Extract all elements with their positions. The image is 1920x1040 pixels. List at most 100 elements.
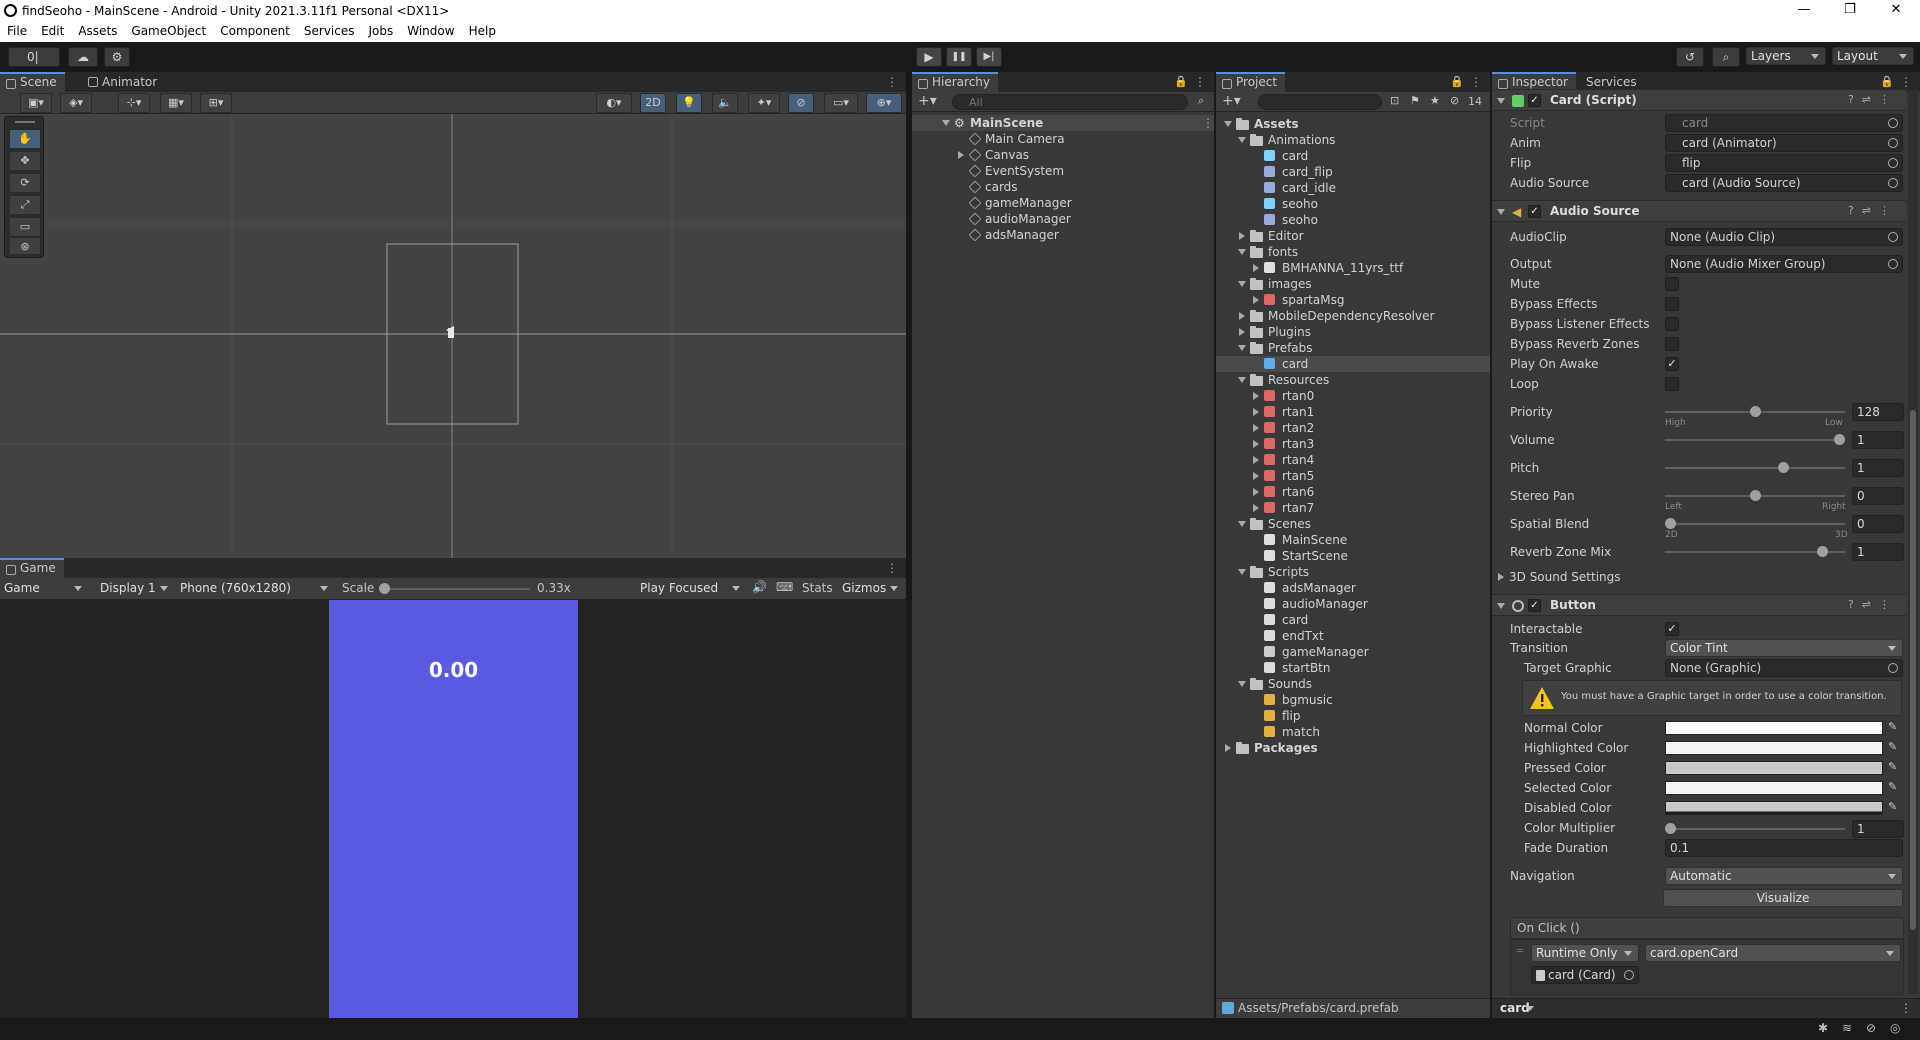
hierarchy-item[interactable]: adsManager (912, 227, 1214, 243)
anim-target-icon[interactable] (1888, 138, 1898, 148)
play-on-awake-checkbox[interactable]: ✓ (1665, 357, 1679, 371)
menu-help[interactable]: Help (462, 22, 503, 38)
chevron-down-icon[interactable] (1238, 681, 1246, 687)
disabled-color-swatch[interactable] (1665, 801, 1883, 815)
preview-menu-icon[interactable]: ⋮ (1900, 1001, 1912, 1015)
card-script-fold-icon[interactable] (1497, 98, 1505, 104)
card-script-header[interactable]: ✓ Card (Script) ?⇌⋮ (1492, 89, 1906, 111)
navigation-dropdown[interactable]: Automatic (1665, 867, 1903, 885)
project-row[interactable]: rtan1 (1216, 404, 1490, 420)
increment-snap-icon[interactable]: ⊞▾ (200, 93, 232, 113)
project-search-input[interactable] (1258, 94, 1382, 110)
menu-services[interactable]: Services (297, 22, 362, 38)
hierarchy-item[interactable]: gameManager (912, 195, 1214, 211)
search-by-label-icon[interactable]: ⚑ (1410, 94, 1420, 107)
chevron-down-icon[interactable] (1238, 377, 1246, 383)
render-mode-icon[interactable]: ◈▾ (60, 93, 92, 113)
audio-source-target-icon[interactable] (1888, 178, 1898, 188)
account-dropdown[interactable]: 0| (8, 47, 60, 67)
tab-hierarchy[interactable]: Hierarchy (912, 72, 998, 92)
cloud-icon[interactable]: ☁ (68, 47, 98, 67)
project-row[interactable]: Prefabs (1216, 340, 1490, 356)
bypass-reverb-checkbox[interactable] (1665, 337, 1679, 351)
audioclip-field[interactable]: None (Audio Clip) (1665, 228, 1903, 246)
scale-tool-icon[interactable]: ⤢ (9, 195, 41, 215)
draw-mode-icon[interactable]: ▣▾ (20, 93, 52, 113)
grid-snap-icon[interactable]: ▦▾ (160, 93, 192, 113)
hierarchy-item[interactable]: Canvas (912, 147, 1214, 163)
bypass-listener-checkbox[interactable] (1665, 317, 1679, 331)
pitch-input[interactable]: 1 (1852, 459, 1904, 477)
chevron-right-icon[interactable] (1253, 408, 1259, 416)
stereo-pan-input[interactable]: 0 (1852, 487, 1904, 505)
create-icon[interactable]: +▾ (918, 93, 937, 109)
chevron-down-icon[interactable] (1238, 137, 1246, 143)
button-header[interactable]: ✓ Button ?⇌⋮ (1492, 594, 1906, 616)
audioclip-target-icon[interactable] (1888, 232, 1898, 242)
mode-2d-button[interactable]: 2D (640, 93, 666, 113)
progress-icon[interactable]: ◎ (1890, 1021, 1900, 1035)
spatial-blend-input[interactable]: 0 (1852, 515, 1904, 533)
runtime-only-dropdown[interactable]: Runtime Only (1531, 944, 1639, 962)
project-row[interactable]: card (1216, 356, 1490, 372)
3d-sound-settings[interactable]: 3D Sound Settings (1509, 570, 1621, 584)
volume-slider[interactable] (1665, 439, 1845, 441)
shortcuts-icon[interactable]: ⌨ (776, 580, 793, 594)
component-actions-icon[interactable]: ?⇌⋮ (1848, 93, 1898, 106)
stats-button[interactable]: Stats (802, 581, 833, 595)
project-row[interactable]: images (1216, 276, 1490, 292)
project-row[interactable]: gameManager (1216, 644, 1490, 660)
search-icon[interactable]: ⌕ (1712, 47, 1740, 67)
inspector-menu-icon[interactable]: ⋮ (1900, 75, 1912, 89)
stereo-pan-knob[interactable] (1750, 490, 1761, 501)
chevron-right-icon[interactable] (1253, 488, 1259, 496)
loop-checkbox[interactable] (1665, 377, 1679, 391)
tab-project[interactable]: Project (1216, 72, 1285, 92)
hierarchy-search-input[interactable] (952, 94, 1188, 110)
scene-menu-icon[interactable]: ⋮ (1202, 115, 1214, 131)
gizmos-icon[interactable]: ⊕▾ (866, 93, 902, 113)
hidden-objects-icon[interactable]: ⊘ (788, 93, 814, 113)
close-button[interactable]: ✕ (1874, 0, 1918, 22)
gizmos-dropdown[interactable]: Gizmos (838, 580, 904, 598)
project-row[interactable]: Scenes (1216, 516, 1490, 532)
audio-toggle-icon[interactable]: 🔈 (712, 93, 738, 113)
pressed-eyedropper-icon[interactable]: ✎ (1888, 761, 1900, 773)
project-row[interactable]: rtan2 (1216, 420, 1490, 436)
project-row[interactable]: flip (1216, 708, 1490, 724)
priority-slider[interactable] (1665, 411, 1845, 413)
chevron-right-icon[interactable] (1225, 744, 1231, 752)
project-row[interactable]: rtan0 (1216, 388, 1490, 404)
audio-source-header[interactable]: ◀ ✓ Audio Source ?⇌⋮ (1492, 200, 1906, 222)
project-row[interactable]: MainScene (1216, 532, 1490, 548)
collab-icon[interactable]: ⚙ (104, 47, 130, 67)
hierarchy-item[interactable]: cards (912, 179, 1214, 195)
project-row[interactable]: adsManager (1216, 580, 1490, 596)
chevron-right-icon[interactable] (1253, 456, 1259, 464)
move-tool-icon[interactable]: ✥ (9, 151, 41, 171)
menu-gameobject[interactable]: GameObject (124, 22, 213, 38)
lighting-status-icon[interactable]: ⊘ (1866, 1021, 1876, 1035)
volume-input[interactable]: 1 (1852, 431, 1904, 449)
hierarchy-item[interactable]: audioManager (912, 211, 1214, 227)
tab-game[interactable]: Game (0, 558, 64, 578)
chevron-right-icon[interactable] (1253, 392, 1259, 400)
display-dropdown[interactable]: Display 1 (96, 580, 174, 598)
chevron-right-icon[interactable] (1239, 232, 1245, 240)
menu-assets[interactable]: Assets (71, 22, 124, 38)
scale-slider-knob[interactable] (379, 583, 390, 594)
chevron-right-icon[interactable] (1253, 504, 1259, 512)
maximize-button[interactable]: ❐ (1828, 0, 1872, 22)
selected-color-swatch[interactable] (1665, 781, 1883, 795)
audio-source-actions-icon[interactable]: ?⇌⋮ (1848, 204, 1898, 217)
project-row[interactable]: rtan7 (1216, 500, 1490, 516)
project-row[interactable]: match (1216, 724, 1490, 740)
output-target-icon[interactable] (1888, 259, 1898, 269)
project-row[interactable]: Editor (1216, 228, 1490, 244)
chevron-down-icon[interactable] (1238, 345, 1246, 351)
project-row[interactable]: card_flip (1216, 164, 1490, 180)
game-panel-menu-icon[interactable]: ⋮ (886, 561, 898, 575)
fade-duration-input[interactable]: 0.1 (1665, 839, 1903, 857)
chevron-down-icon[interactable] (1238, 249, 1246, 255)
target-graphic-field[interactable]: None (Graphic) (1665, 659, 1903, 677)
